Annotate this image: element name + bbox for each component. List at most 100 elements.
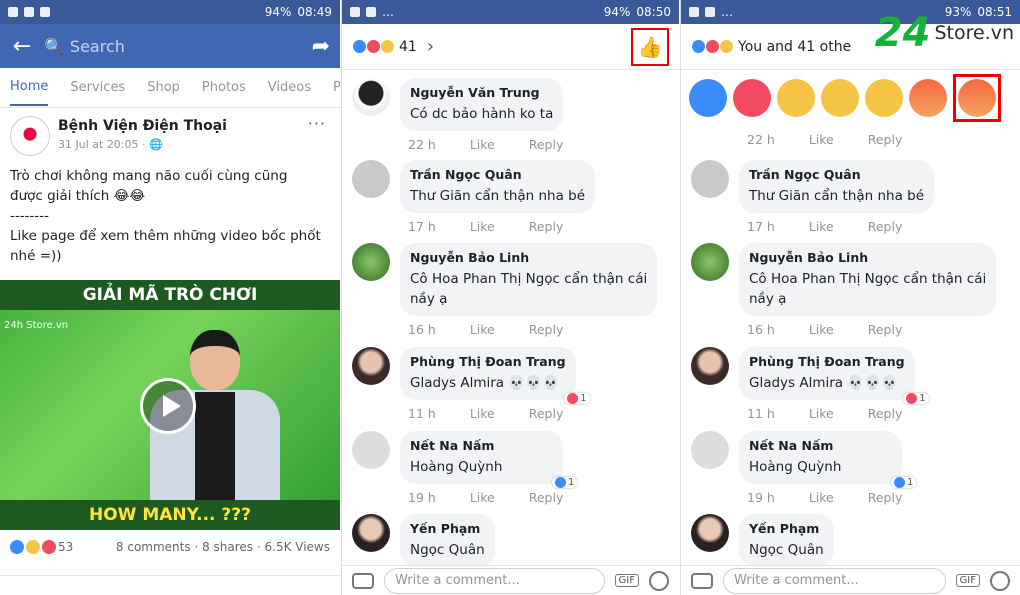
- commenter-name[interactable]: Yến Phạm: [749, 521, 824, 536]
- comment-input[interactable]: Write a comment...: [384, 567, 605, 594]
- comment-reactions[interactable]: 1: [903, 393, 929, 404]
- avatar[interactable]: [352, 160, 390, 198]
- reply-link[interactable]: Reply: [868, 132, 903, 147]
- sticker-icon[interactable]: [649, 570, 669, 591]
- comment-text: Có dc bảo hành ko ta: [410, 106, 554, 122]
- avatar[interactable]: [352, 431, 390, 469]
- like-link[interactable]: Like: [809, 322, 834, 337]
- comment-reaction-count: 1: [906, 477, 914, 488]
- reply-link[interactable]: Reply: [529, 322, 564, 337]
- comment-time: 11 h: [747, 406, 775, 421]
- avatar[interactable]: [352, 347, 390, 385]
- like-link[interactable]: Like: [470, 322, 495, 337]
- comment-time: 17 h: [408, 219, 436, 234]
- like-link[interactable]: Like: [809, 219, 834, 234]
- tab-shop[interactable]: Shop: [147, 70, 180, 105]
- commenter-name[interactable]: Trần Ngọc Quân: [410, 167, 585, 182]
- reply-link[interactable]: Reply: [529, 137, 564, 152]
- comment-text: Ngọc Quân: [749, 542, 824, 558]
- comment-count[interactable]: 8 comments: [116, 540, 191, 554]
- avatar[interactable]: [691, 243, 729, 281]
- comment-time: 16 h: [747, 322, 775, 337]
- comment-reactions[interactable]: 1: [564, 393, 590, 404]
- camera-icon[interactable]: [352, 572, 374, 589]
- avatar[interactable]: [691, 514, 729, 552]
- share-icon[interactable]: ➦: [312, 34, 330, 59]
- like-link[interactable]: Like: [470, 406, 495, 421]
- reaction-text: You and 41 othe: [738, 38, 852, 55]
- commenter-name[interactable]: Yến Phạm: [410, 521, 485, 536]
- commenter-name[interactable]: Phùng Thị Đoan Trang: [749, 354, 905, 369]
- reply-link[interactable]: Reply: [529, 490, 564, 505]
- commenter-name[interactable]: Nguyễn Văn Trung: [410, 85, 553, 100]
- avatar[interactable]: [352, 243, 390, 281]
- post-author[interactable]: Bệnh Viện Điện Thoại: [58, 118, 227, 134]
- comment-bubble: Nguyễn Bảo Linh Cô Hoa Phan Thị Ngọc cẩn …: [400, 243, 658, 316]
- angry-reaction-highlight[interactable]: [953, 74, 1001, 122]
- reaction-summary[interactable]: You and 41 othe: [691, 39, 851, 55]
- reply-link[interactable]: Reply: [868, 490, 903, 505]
- tab-posts[interactable]: Po: [333, 70, 340, 105]
- reaction-picker: [689, 74, 1001, 122]
- more-options-icon[interactable]: ···: [308, 114, 326, 133]
- avatar[interactable]: [691, 431, 729, 469]
- commenter-name[interactable]: Trần Ngọc Quân: [749, 167, 924, 182]
- like-link[interactable]: Like: [809, 132, 834, 147]
- tab-home[interactable]: Home: [10, 69, 49, 106]
- reaction-count: 53: [58, 540, 74, 554]
- sticker-icon[interactable]: [990, 570, 1010, 591]
- notification-icon: [350, 7, 360, 17]
- comment-text: Ngọc Quân: [410, 542, 485, 558]
- commenter-name[interactable]: Nết Na Nấm: [410, 438, 553, 453]
- gif-button[interactable]: GIF: [955, 574, 980, 587]
- avatar[interactable]: [691, 160, 729, 198]
- commenter-name[interactable]: Nguyễn Bảo Linh: [410, 250, 647, 265]
- angry-reaction-icon[interactable]: [958, 79, 996, 117]
- love-icon: [42, 540, 56, 554]
- reply-link[interactable]: Reply: [868, 219, 903, 234]
- play-icon[interactable]: [140, 378, 196, 434]
- like-link[interactable]: Like: [809, 490, 834, 505]
- comment-bubble: Phùng Thị Đoan Trang Gladys Almira 💀💀💀 1: [739, 347, 929, 404]
- like-button[interactable]: 👍: [631, 27, 669, 66]
- angry-reaction-icon[interactable]: [909, 79, 947, 117]
- like-link[interactable]: Like: [470, 219, 495, 234]
- reply-link[interactable]: Reply: [868, 322, 903, 337]
- reply-link[interactable]: Reply: [529, 406, 564, 421]
- back-arrow-icon[interactable]: ←: [10, 34, 34, 59]
- like-link[interactable]: Like: [470, 137, 495, 152]
- reaction-summary[interactable]: 41 ›: [352, 36, 434, 57]
- like-link[interactable]: Like: [809, 406, 834, 421]
- page-avatar[interactable]: [10, 116, 50, 156]
- camera-icon[interactable]: [691, 572, 713, 589]
- commenter-name[interactable]: Nết Na Nấm: [749, 438, 892, 453]
- tab-videos[interactable]: Videos: [268, 70, 311, 105]
- avatar[interactable]: [691, 347, 729, 385]
- commenter-name[interactable]: Phùng Thị Đoan Trang: [410, 354, 566, 369]
- comment-bubble: Trần Ngọc Quân Thư Giãn cẩn thận nha bé: [400, 160, 596, 213]
- comment-reaction-count: 1: [580, 393, 587, 404]
- comment-reactions[interactable]: 1: [551, 477, 578, 488]
- reply-link[interactable]: Reply: [868, 406, 903, 421]
- like-reaction-icon[interactable]: [689, 79, 727, 117]
- commenter-name[interactable]: Nguyễn Bảo Linh: [749, 250, 986, 265]
- sad-reaction-icon[interactable]: [865, 79, 903, 117]
- comment-reactions[interactable]: 1: [890, 477, 917, 488]
- gif-button[interactable]: GIF: [614, 574, 639, 587]
- share-count[interactable]: 8 shares: [202, 540, 253, 554]
- wow-reaction-icon[interactable]: [821, 79, 859, 117]
- haha-reaction-icon[interactable]: [777, 79, 815, 117]
- love-reaction-icon[interactable]: [733, 79, 771, 117]
- video-player[interactable]: GIẢI MÃ TRÒ CHƠI 24h Store.vn HOW MANY..…: [0, 280, 340, 530]
- comment-text: Gladys Almira 💀💀💀: [749, 375, 898, 391]
- search-input[interactable]: 🔍 Search: [44, 37, 302, 56]
- avatar[interactable]: [352, 78, 390, 116]
- reply-link[interactable]: Reply: [529, 219, 564, 234]
- tab-photos[interactable]: Photos: [202, 70, 246, 105]
- tab-services[interactable]: Services: [70, 70, 125, 105]
- comment-input[interactable]: Write a comment...: [723, 567, 946, 594]
- reaction-summary[interactable]: 53: [10, 540, 73, 554]
- avatar[interactable]: [352, 514, 390, 552]
- like-link[interactable]: Like: [470, 490, 495, 505]
- post-date: 31 Jul at 20:05 · 🌐: [58, 138, 227, 151]
